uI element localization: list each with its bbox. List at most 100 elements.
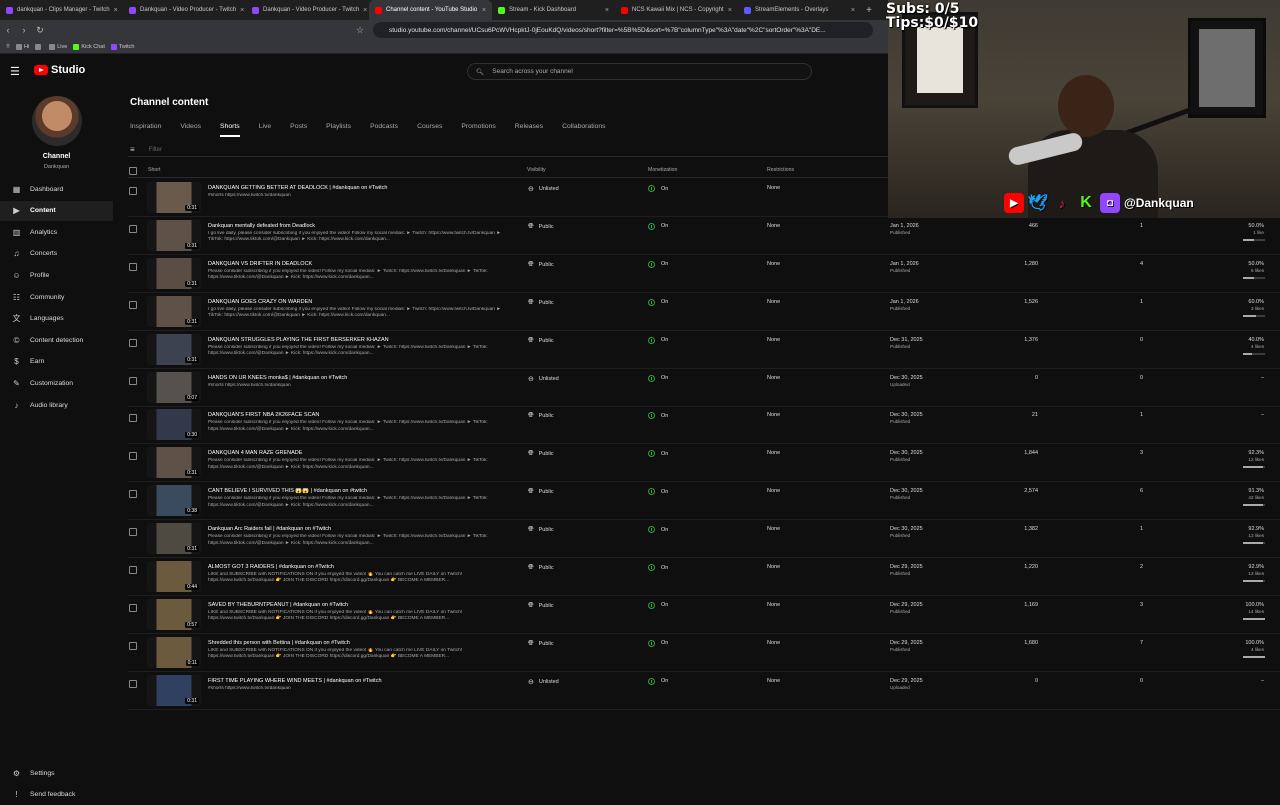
- visibility-cell[interactable]: ⊖ Unlisted: [528, 678, 559, 686]
- sidebar-item-profile[interactable]: ☺ Profile: [0, 265, 113, 285]
- video-thumbnail[interactable]: 0:31: [147, 182, 201, 213]
- browser-tab[interactable]: NCS Kawaii Mix | NCS - Copyright ×: [615, 0, 738, 20]
- tab-podcasts[interactable]: Podcasts: [370, 120, 398, 140]
- sidebar-item-dashboard[interactable]: ▦ Dashboard: [0, 179, 113, 199]
- new-tab-icon[interactable]: +: [861, 0, 877, 20]
- video-title[interactable]: DANKQUAN STRUGGLES PLAYING THE FIRST BER…: [208, 337, 508, 343]
- sidebar-item-send-feedback[interactable]: ! Send feedback: [0, 785, 113, 805]
- video-thumbnail[interactable]: 0:31: [147, 674, 201, 706]
- bookmark-item[interactable]: Twitch: [110, 43, 134, 50]
- table-row[interactable]: 0:31 DANKQUAN VS DRIFTER IN DEADLOCK Pleas…: [128, 255, 1280, 293]
- select-all-checkbox[interactable]: [129, 167, 137, 175]
- apps-icon[interactable]: ⠿: [6, 44, 10, 50]
- visibility-cell[interactable]: 🌐︎ Public: [528, 488, 554, 496]
- tab-shorts[interactable]: Shorts: [220, 120, 240, 140]
- video-title[interactable]: ALMOST GOT 3 RAIDERS | #dankquan on #Twi…: [208, 564, 508, 570]
- close-icon[interactable]: ×: [728, 7, 732, 14]
- monetization-cell[interactable]: On: [648, 336, 668, 344]
- table-row[interactable]: 0:31 DANKQUAN 4 MAN RAZE GRENADE Please co…: [128, 444, 1280, 483]
- tab-live[interactable]: Live: [259, 120, 271, 140]
- sidebar-item-analytics[interactable]: ▥ Analytics: [0, 222, 113, 242]
- bookmark-item[interactable]: [35, 43, 43, 50]
- monetization-cell[interactable]: On: [648, 222, 668, 230]
- monetization-cell[interactable]: On: [648, 488, 668, 496]
- table-row[interactable]: 0:38 CANT BELIEVE I SURVIVED THIS 😱😱 | #d…: [128, 482, 1280, 521]
- sidebar-item-customization[interactable]: ✎ Customization: [0, 373, 113, 393]
- visibility-cell[interactable]: 🌐︎ Public: [528, 564, 554, 572]
- tab-playlists[interactable]: Playlists: [326, 120, 351, 140]
- row-checkbox[interactable]: [129, 603, 137, 612]
- browser-tab[interactable]: Channel content - YouTube Studio ×: [369, 0, 492, 20]
- table-row[interactable]: 0:31 DANKQUAN GOES CRAZY ON WARDEN I go li…: [128, 293, 1280, 331]
- forward-icon[interactable]: ›: [16, 20, 32, 40]
- sidebar-item-content-detection[interactable]: © Content detection: [0, 330, 113, 350]
- video-thumbnail[interactable]: 0:57: [147, 598, 201, 630]
- video-thumbnail[interactable]: 0:30: [147, 409, 201, 441]
- visibility-cell[interactable]: 🌐︎ Public: [528, 261, 554, 269]
- column-monetization[interactable]: Monetization: [648, 167, 677, 173]
- monetization-cell[interactable]: On: [648, 601, 668, 609]
- browser-tab[interactable]: Dankquan - Video Producer - Twitch ×: [123, 0, 246, 20]
- monetization-cell[interactable]: On: [648, 450, 668, 458]
- close-icon[interactable]: ×: [240, 7, 244, 14]
- bookmark-item[interactable]: Live: [49, 43, 67, 50]
- sidebar-item-languages[interactable]: 文 Languages: [0, 309, 113, 329]
- url-field[interactable]: studio.youtube.com/channel/UCsu6PcWVHcpk…: [373, 22, 873, 38]
- back-icon[interactable]: ‹: [0, 20, 16, 40]
- table-row[interactable]: 0:11 Shredded this person with Bettina | …: [128, 634, 1280, 672]
- video-title[interactable]: DANKQUAN'S FIRST NBA 2K26FACE SCAN: [208, 412, 508, 418]
- row-checkbox[interactable]: [129, 679, 137, 688]
- video-thumbnail[interactable]: 0:31: [147, 523, 201, 555]
- video-thumbnail[interactable]: 0:11: [147, 636, 201, 668]
- row-checkbox[interactable]: [129, 490, 137, 499]
- sidebar-item-concerts[interactable]: ♫ Concerts: [0, 244, 113, 264]
- table-row[interactable]: 0:31 Dankquan Arc Raiders fail | #dankqua…: [128, 520, 1280, 559]
- tab-posts[interactable]: Posts: [290, 120, 307, 140]
- filter-input[interactable]: Filter: [149, 147, 162, 153]
- row-checkbox[interactable]: [129, 187, 137, 195]
- tab-inspiration[interactable]: Inspiration: [130, 120, 161, 140]
- row-checkbox[interactable]: [129, 376, 137, 385]
- row-checkbox[interactable]: [129, 338, 137, 347]
- video-thumbnail[interactable]: 0:44: [147, 561, 201, 592]
- video-title[interactable]: FIRST TIME PLAYING WHERE WIND MEETS | #d…: [208, 678, 508, 684]
- visibility-cell[interactable]: 🌐︎ Public: [528, 299, 554, 307]
- video-title[interactable]: SAVED BY THEBURNTPEANUT | #dankquan on #…: [208, 602, 508, 608]
- visibility-cell[interactable]: 🌐︎ Public: [528, 602, 554, 610]
- row-checkbox[interactable]: [129, 566, 137, 574]
- browser-tab[interactable]: StreamElements - Overlays ×: [738, 0, 861, 20]
- monetization-cell[interactable]: On: [648, 564, 668, 571]
- video-thumbnail[interactable]: 0:38: [147, 485, 201, 517]
- video-title[interactable]: CANT BELIEVE I SURVIVED THIS 😱😱 | #dankq…: [208, 488, 508, 494]
- monetization-cell[interactable]: On: [648, 639, 668, 647]
- visibility-cell[interactable]: 🌐︎ Public: [528, 223, 554, 231]
- video-thumbnail[interactable]: 0:07: [147, 371, 201, 403]
- table-row[interactable]: 0:31 FIRST TIME PLAYING WHERE WIND MEETS …: [128, 672, 1280, 710]
- video-thumbnail[interactable]: 0:31: [147, 447, 201, 479]
- row-checkbox[interactable]: [129, 262, 137, 271]
- sidebar-item-audio-library[interactable]: ♪ Audio library: [0, 395, 113, 415]
- visibility-cell[interactable]: ⊖ Unlisted: [528, 185, 559, 193]
- sidebar-item-earn[interactable]: $ Earn: [0, 352, 113, 372]
- visibility-cell[interactable]: 🌐︎ Public: [528, 640, 554, 648]
- video-title[interactable]: HANDS ON UR KNEES monka$ | #dankquan on …: [208, 375, 508, 381]
- browser-tab[interactable]: Dankquan - Video Producer - Twitch ×: [246, 0, 369, 20]
- table-row[interactable]: 0:44 ALMOST GOT 3 RAIDERS | #dankquan on …: [128, 558, 1280, 596]
- monetization-cell[interactable]: On: [648, 374, 668, 382]
- filter-bar[interactable]: ≡ Filter: [128, 143, 888, 157]
- video-title[interactable]: DANKQUAN VS DRIFTER IN DEADLOCK: [208, 261, 508, 267]
- visibility-cell[interactable]: ⊖ Unlisted: [528, 375, 559, 383]
- bookmark-item[interactable]: Kick Chat: [73, 43, 105, 50]
- tab-releases[interactable]: Releases: [515, 120, 543, 140]
- monetization-cell[interactable]: On: [648, 677, 668, 685]
- monetization-cell[interactable]: On: [648, 412, 668, 420]
- video-thumbnail[interactable]: 0:31: [147, 333, 201, 365]
- search-input[interactable]: 🔍︎ Search across your channel: [467, 63, 812, 80]
- table-row[interactable]: 0:31 Dankquan mentally defeated from Dead…: [128, 217, 1280, 255]
- video-thumbnail[interactable]: 0:31: [147, 219, 201, 251]
- row-checkbox[interactable]: [129, 224, 137, 233]
- close-icon[interactable]: ×: [363, 7, 367, 14]
- monetization-cell[interactable]: On: [648, 298, 668, 306]
- sidebar-item-community[interactable]: ☷ Community: [0, 287, 113, 307]
- browser-tab[interactable]: Stream - Kick Dashboard ×: [492, 0, 615, 20]
